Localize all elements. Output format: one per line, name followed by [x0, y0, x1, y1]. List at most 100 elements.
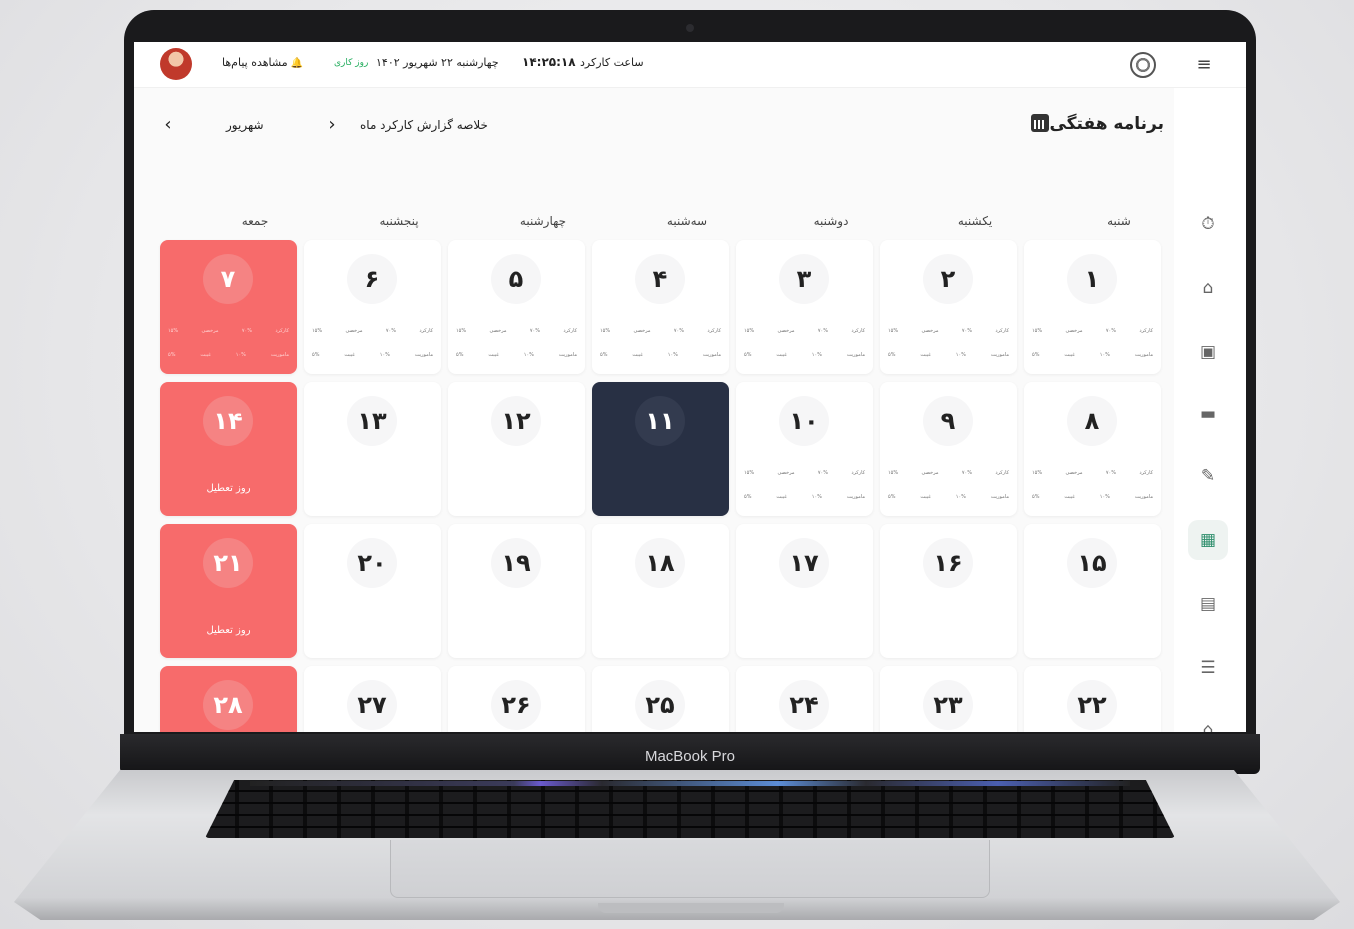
calendar-day-cell[interactable]: ۱۲	[448, 382, 585, 516]
calendar-day-cell[interactable]: ۲ کارکرد ۷۰% مرخصی ۱۵% ماموریت ۱۰% غیبت ۵%	[880, 240, 1017, 374]
calendar-day-cell[interactable]: ۴ کارکرد ۷۰% مرخصی ۱۵% ماموریت ۱۰% غیبت ۵%	[592, 240, 729, 374]
stat-leave-pct: ۱۵%	[888, 470, 899, 476]
weekday: چهارشنبه	[519, 214, 567, 228]
calendar-day-cell[interactable]: ۱۵	[1024, 524, 1161, 658]
stat-work-pct: ۷۰%	[817, 328, 828, 334]
clock-icon[interactable]: ⏱	[1188, 204, 1228, 244]
calendar-day-cell[interactable]: ۲۶	[448, 666, 585, 732]
box-icon[interactable]: ▤	[1188, 584, 1228, 624]
trackpad	[390, 840, 990, 898]
bed-icon[interactable]: ▬	[1188, 394, 1228, 434]
stat-absence: غیبت	[200, 352, 211, 358]
calendar-day-cell[interactable]: ۱۴ روز تعطیل	[160, 382, 297, 516]
calendar-day-cell[interactable]: ۲۱ روز تعطیل	[160, 524, 297, 658]
stat-mission: ماموریت	[1134, 352, 1153, 358]
day-number: ۲۷	[347, 680, 397, 730]
calendar-day-cell[interactable]: ۱۶	[880, 524, 1017, 658]
next-month-button[interactable]: ›	[322, 114, 342, 135]
edit-calendar-icon[interactable]: ✎	[1188, 456, 1228, 496]
hamburger-menu-icon[interactable]: ≡	[1194, 56, 1214, 74]
stat-work-pct: ۷۰%	[673, 328, 684, 334]
stats-row: کارکرد ۷۰% مرخصی ۱۵%	[744, 328, 865, 334]
calendar-day-cell[interactable]: ۱۳	[304, 382, 441, 516]
calendar-day-cell[interactable]: ۸ کارکرد ۷۰% مرخصی ۱۵% ماموریت ۱۰% غیبت ۵%	[1024, 382, 1161, 516]
stat-leave: مرخصی	[777, 470, 795, 476]
stats-row: کارکرد ۷۰% مرخصی ۱۵%	[888, 328, 1009, 334]
stat-absence: غیبت	[776, 494, 787, 500]
stat-absence: غیبت	[344, 352, 355, 358]
day-number: ۲۵	[635, 680, 685, 730]
weekday: جمعه	[241, 214, 269, 228]
stat-work-pct: ۷۰%	[385, 328, 396, 334]
stat-leave-pct: ۱۵%	[744, 328, 755, 334]
stats-row: ماموریت ۱۰% غیبت ۵%	[1032, 352, 1153, 358]
day-number: ۱۷	[779, 538, 829, 588]
logo-icon	[1130, 52, 1156, 78]
calendar-day-cell[interactable]: ۵ کارکرد ۷۰% مرخصی ۱۵% ماموریت ۱۰% غیبت ۵%	[448, 240, 585, 374]
stat-absence-pct: ۵%	[1032, 352, 1040, 358]
calendar-day-cell[interactable]: ۲۰	[304, 524, 441, 658]
calendar-day-cell[interactable]: ۲۴	[736, 666, 873, 732]
day-number: ۲۱	[203, 538, 253, 588]
stat-mission: ماموریت	[990, 352, 1009, 358]
stats-row: کارکرد ۷۰% مرخصی ۱۵%	[168, 328, 289, 334]
stat-work: کارکرد	[995, 328, 1009, 334]
main-content: برنامه هفتگی خلاصه گزارش کارکرد ماه › شه…	[134, 88, 1174, 732]
day-number: ۱	[1067, 254, 1117, 304]
stat-mission: ماموریت	[1134, 494, 1153, 500]
stat-leave-pct: ۱۵%	[744, 470, 755, 476]
calendar-day-cell[interactable]: ۱۱	[592, 382, 729, 516]
stat-leave-pct: ۱۵%	[600, 328, 611, 334]
day-number: ۲۳	[923, 680, 973, 730]
bell-icon: 🔔	[290, 58, 304, 69]
briefcase-icon[interactable]: ▣	[1188, 332, 1228, 372]
stat-leave: مرخصی	[633, 328, 651, 334]
stat-leave: مرخصی	[1065, 470, 1083, 476]
calendar-day-cell[interactable]: ۲۳	[880, 666, 1017, 732]
calendar-day-cell[interactable]: ۳ کارکرد ۷۰% مرخصی ۱۵% ماموریت ۱۰% غیبت ۵%	[736, 240, 873, 374]
messages-link[interactable]: 🔔مشاهده پیام‌ها	[222, 56, 303, 69]
day-stats: کارکرد ۷۰% مرخصی ۱۵% ماموریت ۱۰% غیبت ۵%	[888, 328, 1009, 358]
burger-icon[interactable]: ☰	[1188, 648, 1228, 688]
day-number: ۵	[491, 254, 541, 304]
stat-absence-pct: ۵%	[888, 494, 896, 500]
calendar-day-cell[interactable]: ۱۸	[592, 524, 729, 658]
stat-absence-pct: ۵%	[744, 494, 752, 500]
avatar[interactable]	[160, 48, 192, 80]
stats-row: ماموریت ۱۰% غیبت ۵%	[744, 494, 865, 500]
stat-absence-pct: ۵%	[312, 352, 320, 358]
day-number: ۱۱	[635, 396, 685, 446]
holiday-label: روز تعطیل	[206, 625, 251, 636]
laptop-brand: MacBook Pro	[644, 748, 736, 765]
calendar-day-cell[interactable]: ۲۲	[1024, 666, 1161, 732]
calendar-day-cell[interactable]: ۱ کارکرد ۷۰% مرخصی ۱۵% ماموریت ۱۰% غیبت ۵%	[1024, 240, 1161, 374]
monthly-summary-link[interactable]: خلاصه گزارش کارکرد ماه	[360, 118, 488, 132]
calendar-day-cell[interactable]: ۶ کارکرد ۷۰% مرخصی ۱۵% ماموریت ۱۰% غیبت ۵%	[304, 240, 441, 374]
stat-leave-pct: ۱۵%	[888, 328, 899, 334]
stat-mission: ماموریت	[270, 352, 289, 358]
work-time-label: ساعت کارکرد	[580, 56, 644, 69]
prev-month-button[interactable]: ‹	[158, 114, 178, 135]
calendar-day-cell[interactable]: ۱۰ کارکرد ۷۰% مرخصی ۱۵% ماموریت ۱۰% غیبت ۵%	[736, 382, 873, 516]
calendar-icon[interactable]: ▦	[1188, 520, 1228, 560]
sidebar: ⏱ ⌂ ▣ ▬ ✎ ▦ ▤ ☰ ⌂	[1174, 88, 1246, 732]
home-icon[interactable]: ⌂	[1188, 268, 1228, 308]
calendar-day-cell[interactable]: ۹ کارکرد ۷۰% مرخصی ۱۵% ماموریت ۱۰% غیبت ۵%	[880, 382, 1017, 516]
basket-icon[interactable]: ⌂	[1188, 710, 1228, 732]
day-stats: کارکرد ۷۰% مرخصی ۱۵% ماموریت ۱۰% غیبت ۵%	[456, 328, 577, 358]
stat-mission-pct: ۱۰%	[1099, 494, 1110, 500]
calendar-day-cell[interactable]: ۲۵	[592, 666, 729, 732]
calendar-day-cell[interactable]: ۷ کارکرد ۷۰% مرخصی ۱۵% ماموریت ۱۰% غیبت ۵%	[160, 240, 297, 374]
stat-mission: ماموریت	[702, 352, 721, 358]
stat-work-pct: ۷۰%	[961, 470, 972, 476]
weekday: شنبه	[1107, 214, 1131, 228]
calendar-day-cell[interactable]: ۲۸روز تعطیل	[160, 666, 297, 732]
calendar-day-cell[interactable]: ۲۷	[304, 666, 441, 732]
day-number: ۱۵	[1067, 538, 1117, 588]
calendar-day-cell[interactable]: ۱۹	[448, 524, 585, 658]
day-number: ۱۸	[635, 538, 685, 588]
day-number: ۹	[923, 396, 973, 446]
stat-work: کارکرد	[707, 328, 721, 334]
day-number: ۲	[923, 254, 973, 304]
calendar-day-cell[interactable]: ۱۷	[736, 524, 873, 658]
